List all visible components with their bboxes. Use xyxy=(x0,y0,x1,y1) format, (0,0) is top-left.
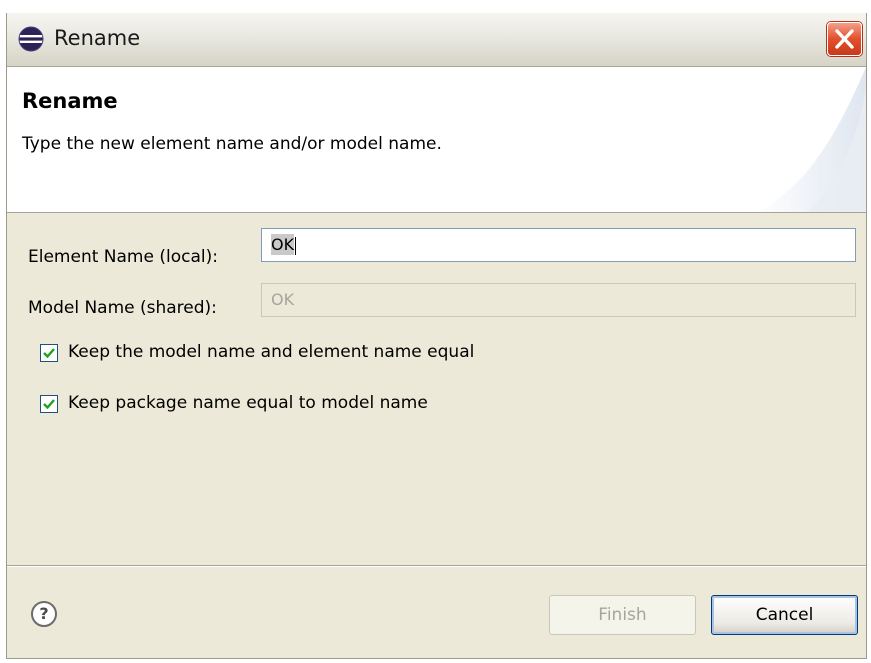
footer-separator xyxy=(7,565,866,567)
banner-decoration xyxy=(757,67,866,212)
keep-package-checkbox[interactable] xyxy=(40,395,58,413)
close-button[interactable] xyxy=(827,22,862,56)
element-name-value: OK xyxy=(271,234,295,255)
keep-package-label[interactable]: Keep package name equal to model name xyxy=(68,393,428,413)
title-bar[interactable]: Rename xyxy=(7,13,866,67)
help-button[interactable]: ? xyxy=(31,601,57,627)
keep-equal-checkbox[interactable] xyxy=(40,344,58,362)
eclipse-icon xyxy=(18,26,44,52)
check-icon xyxy=(43,348,55,359)
model-name-label: Model Name (shared): xyxy=(28,298,217,318)
element-name-label: Element Name (local): xyxy=(28,247,218,267)
check-icon xyxy=(43,399,55,410)
help-icon: ? xyxy=(39,604,49,623)
window-title: Rename xyxy=(54,26,141,50)
banner-title: Rename xyxy=(22,89,118,113)
banner-description: Type the new element name and/or model n… xyxy=(22,134,442,154)
rename-dialog: Rename Rename Type the new element name … xyxy=(6,13,867,659)
keep-equal-label[interactable]: Keep the model name and element name equ… xyxy=(68,342,474,362)
text-caret xyxy=(295,236,297,255)
cancel-button[interactable]: Cancel xyxy=(711,595,858,635)
finish-button[interactable]: Finish xyxy=(549,595,696,635)
model-name-input: OK xyxy=(261,283,856,317)
close-icon xyxy=(835,29,854,49)
element-name-input[interactable]: OK xyxy=(261,228,856,262)
dialog-header-banner: Rename Type the new element name and/or … xyxy=(7,67,866,213)
